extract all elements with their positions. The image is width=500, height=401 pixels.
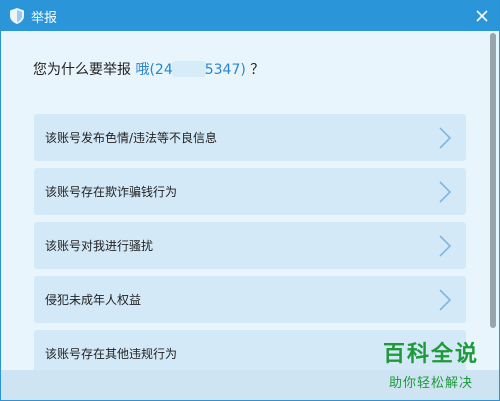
question-suffix: ？ xyxy=(245,62,265,78)
window-title: 举报 xyxy=(31,10,58,26)
chevron-right-icon xyxy=(439,181,452,203)
reason-label: 该账号发布色情/违法等不良信息 xyxy=(45,131,218,145)
masked-region xyxy=(171,61,206,77)
uid-end: 5347) xyxy=(204,62,246,78)
reason-item-fraud[interactable]: 该账号存在欺诈骗钱行为 xyxy=(34,168,466,215)
chevron-right-icon xyxy=(439,289,452,311)
uid-start: 哦(24 xyxy=(135,62,173,78)
title-bar[interactable]: 举报 xyxy=(1,1,499,31)
report-question: 您为什么要举报 哦(24 5347) ？ xyxy=(33,59,264,79)
reason-item-illegal-content[interactable]: 该账号发布色情/违法等不良信息 xyxy=(34,114,466,161)
reason-label: 该账号对我进行骚扰 xyxy=(45,239,154,253)
question-prefix: 您为什么要举报 xyxy=(33,62,136,78)
reason-label: 该账号存在欺诈骗钱行为 xyxy=(45,185,178,199)
close-icon[interactable] xyxy=(473,7,491,25)
reason-item-minor-rights[interactable]: 侵犯未成年人权益 xyxy=(34,276,466,323)
watermark-slogan: 助你轻松解决 xyxy=(388,376,473,391)
chevron-right-icon xyxy=(439,127,452,149)
reported-user-id[interactable]: 哦(24 5347) xyxy=(135,61,246,78)
watermark-logo: 百科全说 助你轻松解决 xyxy=(371,336,491,394)
reason-label: 该账号存在其他违规行为 xyxy=(45,347,178,361)
scrollbar-thumb[interactable] xyxy=(490,33,496,328)
report-dialog: 举报 您为什么要举报 哦(24 5347) ？ 该账号发布色情/违法等不良信息 该… xyxy=(0,0,500,401)
shield-icon xyxy=(9,8,25,24)
reason-label: 侵犯未成年人权益 xyxy=(45,293,142,307)
chevron-right-icon xyxy=(439,235,452,257)
reason-item-harassment[interactable]: 该账号对我进行骚扰 xyxy=(34,222,466,269)
watermark-title: 百科全说 xyxy=(382,342,479,367)
